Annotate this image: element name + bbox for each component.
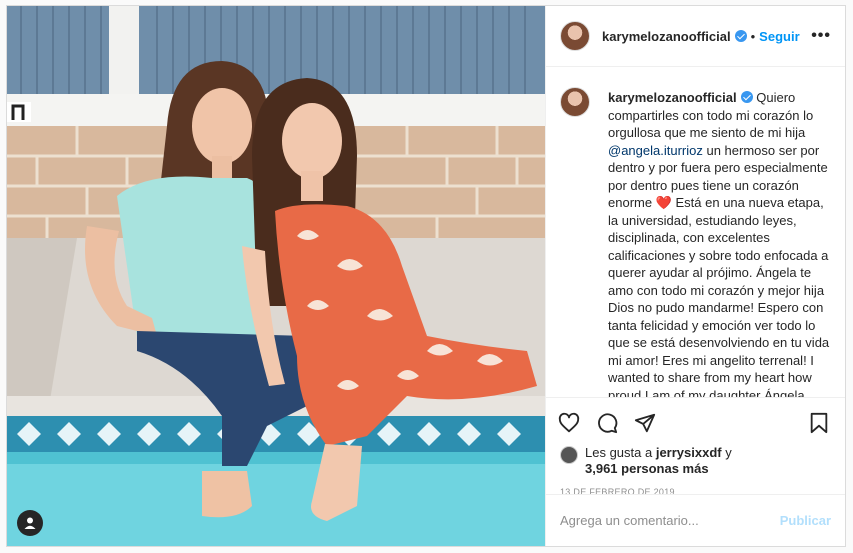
likes-joiner: y (721, 445, 732, 460)
user-tag-icon (24, 517, 36, 529)
header-separator: • (750, 28, 756, 44)
likes-text: Les gusta a jerrysixxdf y 3,961 personas… (585, 445, 732, 477)
verified-badge-icon (734, 30, 747, 42)
save-button[interactable] (809, 408, 833, 438)
comment-input[interactable]: Agrega un comentario... (560, 513, 780, 528)
likes-count[interactable]: 3,961 personas más (585, 461, 709, 476)
user-tag-button[interactable] (17, 510, 43, 536)
liker-avatar[interactable] (560, 446, 578, 464)
instagram-post: karymelozanoofficial • Seguir ••• karyme… (6, 5, 846, 547)
heart-icon (558, 412, 580, 432)
like-button[interactable] (558, 408, 596, 438)
header-username[interactable]: karymelozanoofficial (602, 29, 731, 44)
publish-button[interactable]: Publicar (780, 513, 831, 528)
caption-area: karymelozanoofficial Quiero compartirles… (546, 67, 845, 397)
comment-button[interactable] (596, 408, 634, 438)
caption-text: karymelozanoofficial Quiero compartirles… (608, 89, 831, 397)
photo-illustration (7, 6, 545, 546)
post-photo[interactable] (7, 6, 545, 546)
heart-emoji: ❤️ (655, 195, 672, 210)
comment-box: Agrega un comentario... Publicar (546, 494, 845, 546)
share-icon (634, 413, 656, 432)
likes-prefix: Les gusta a (585, 445, 656, 460)
mention-link[interactable]: @angela.iturrioz (608, 143, 703, 158)
post-side-panel: karymelozanoofficial • Seguir ••• karyme… (545, 6, 845, 546)
bookmark-icon (810, 412, 828, 433)
verified-badge-icon (740, 91, 753, 103)
likes-summary: Les gusta a jerrysixxdf y 3,961 personas… (546, 441, 845, 477)
follow-button[interactable]: Seguir (759, 29, 799, 44)
caption-part-3: Está en una nueva etapa, la universidad,… (608, 195, 830, 397)
action-bar (546, 397, 845, 441)
caption-username[interactable]: karymelozanoofficial (608, 90, 737, 105)
post-header: karymelozanoofficial • Seguir ••• (546, 6, 845, 67)
comment-icon (598, 412, 618, 433)
profile-avatar[interactable] (560, 21, 590, 51)
more-options-icon[interactable]: ••• (811, 27, 831, 45)
liker-username[interactable]: jerrysixxdf (656, 445, 722, 460)
caption-avatar[interactable] (560, 87, 590, 117)
share-button[interactable] (634, 408, 672, 438)
